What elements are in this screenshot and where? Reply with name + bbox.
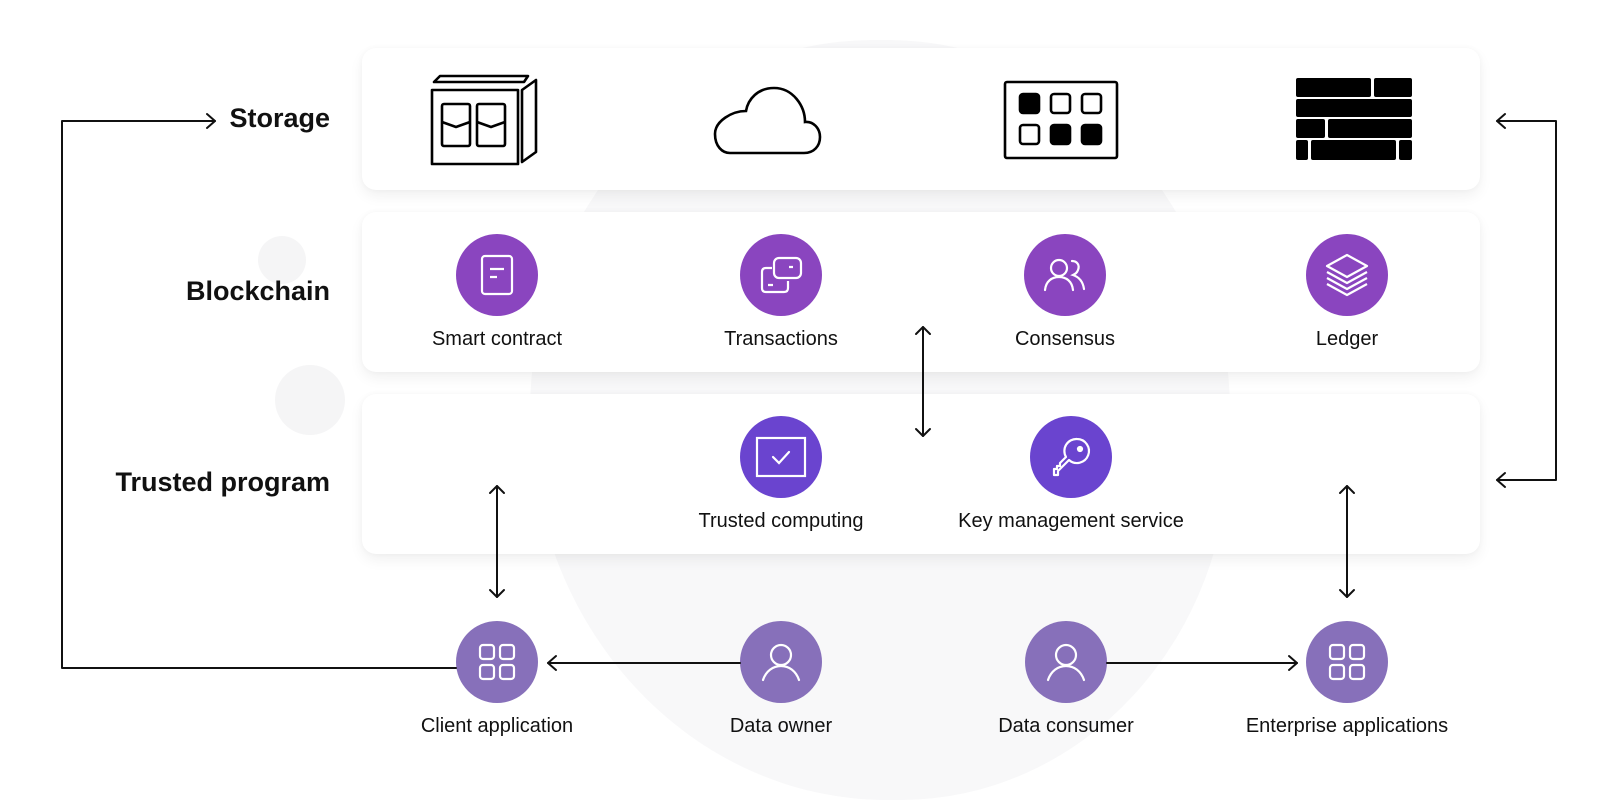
data-owner-to-client-arrow [547, 655, 741, 671]
right-storage-trusted-arrow [1496, 113, 1557, 488]
client-to-storage-arrow [61, 113, 457, 669]
connectors [61, 113, 1557, 671]
enterprise-trusted-arrow [1339, 485, 1355, 598]
blockchain-trusted-arrow [915, 326, 931, 437]
data-consumer-to-enterprise-arrow [1106, 655, 1298, 671]
client-trusted-arrow [489, 485, 505, 598]
